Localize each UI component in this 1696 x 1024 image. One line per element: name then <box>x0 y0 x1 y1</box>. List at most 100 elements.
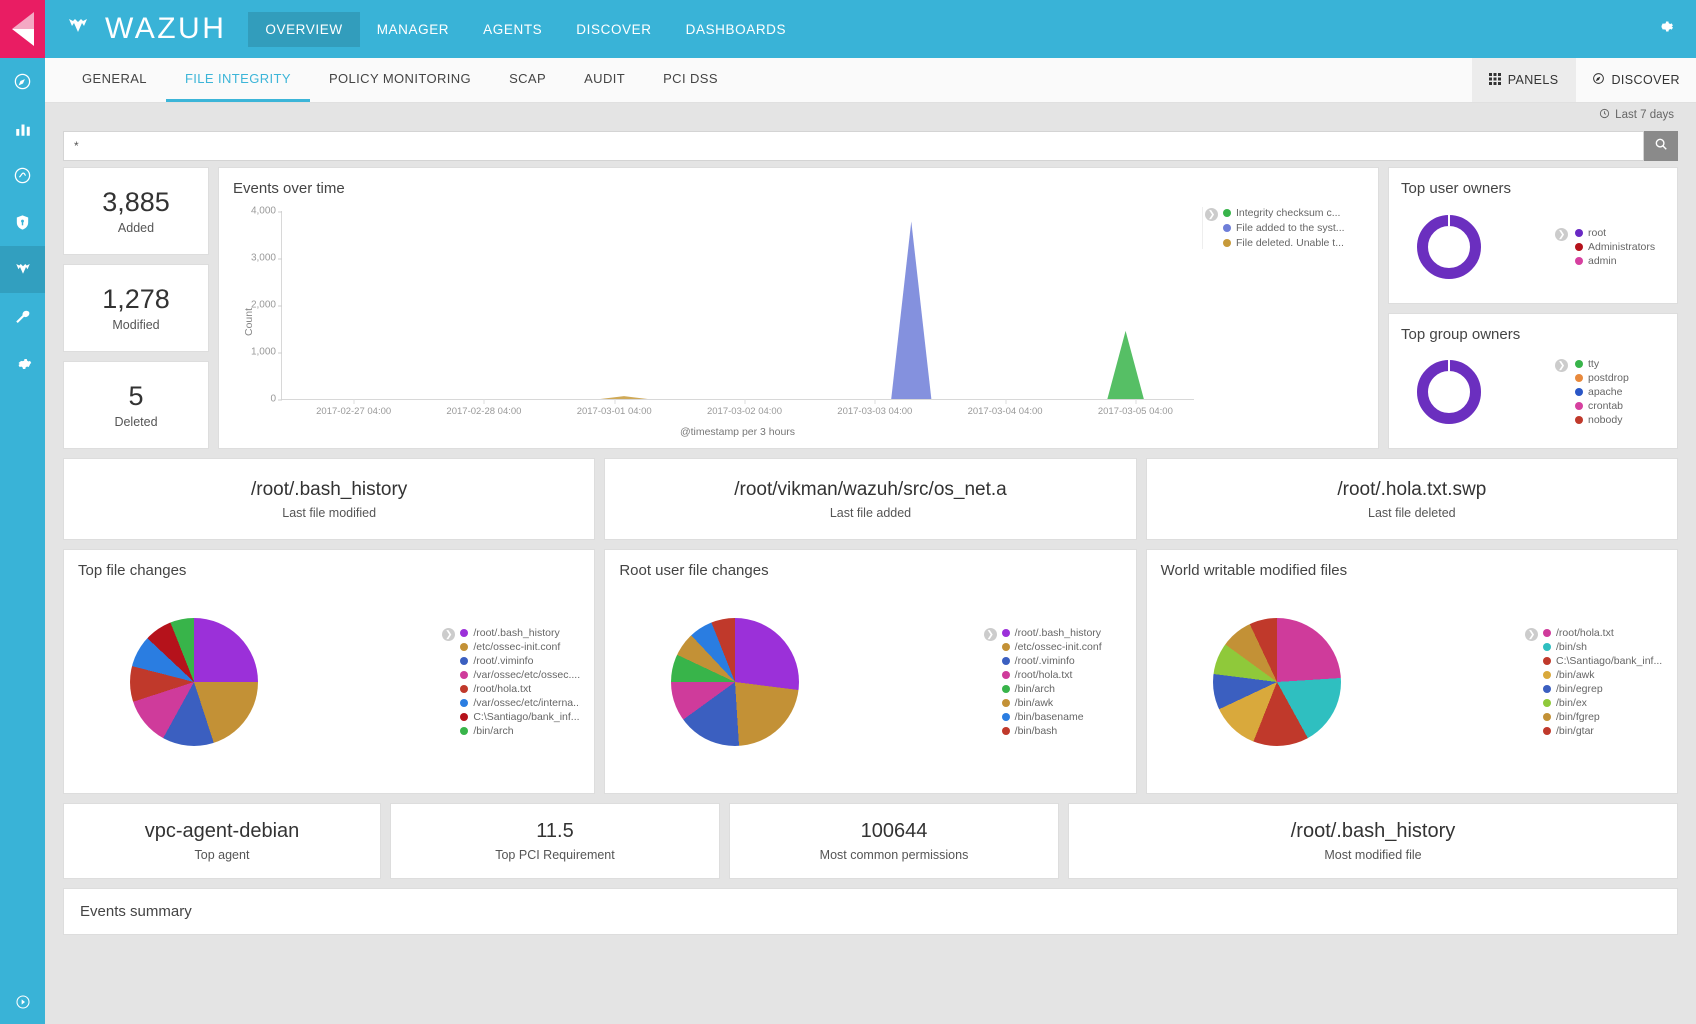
donut-column: Top user owners ❯ rootAdministratorsadmi… <box>1388 167 1678 449</box>
top-pci-requirement-tile[interactable]: 11.5 Top PCI Requirement <box>390 803 720 879</box>
topnav-item-discover[interactable]: DISCOVER <box>559 12 668 47</box>
events-over-time-chart[interactable]: Count 01,0002,0003,0004,0002017-02-27 04… <box>233 203 1364 440</box>
x-axis-tick: 2017-03-05 04:00 <box>1098 406 1173 417</box>
metric-deleted[interactable]: 5 Deleted <box>63 361 209 449</box>
legend-item[interactable]: /bin/arch <box>460 725 580 737</box>
legend-item[interactable]: /root/hola.txt <box>460 683 580 695</box>
rail-item-security[interactable] <box>0 199 45 246</box>
tab-audit[interactable]: AUDIT <box>565 58 644 102</box>
kibana-logo-icon <box>10 12 36 46</box>
legend-item[interactable]: /root/.viminfo <box>460 655 580 667</box>
legend-collapse-icon[interactable]: ❯ <box>1205 208 1218 221</box>
legend-item[interactable]: /var/ossec/etc/interna... <box>460 697 580 709</box>
tab-pci-dss[interactable]: PCI DSS <box>644 58 737 102</box>
panels-button[interactable]: PANELS <box>1472 58 1575 102</box>
legend-item[interactable]: /bin/egrep <box>1543 683 1663 695</box>
legend-item[interactable]: Integrity checksum c... <box>1223 207 1364 219</box>
tab-policy-monitoring[interactable]: POLICY MONITORING <box>310 58 490 102</box>
last-file-modified-tile[interactable]: /root/.bash_history Last file modified <box>63 458 595 540</box>
rail-item-wazuh[interactable] <box>0 246 45 293</box>
legend-item[interactable]: postdrop <box>1575 372 1665 384</box>
most-modified-file-tile[interactable]: /root/.bash_history Most modified file <box>1068 803 1678 879</box>
legend-item[interactable]: /root/hola.txt <box>1543 627 1663 639</box>
y-axis-tick: 0 <box>270 394 282 405</box>
time-range-bar[interactable]: Last 7 days <box>45 103 1696 126</box>
legend-item[interactable]: /bin/sh <box>1543 641 1663 653</box>
kibana-logo[interactable] <box>0 0 45 58</box>
topnav-item-overview[interactable]: OVERVIEW <box>248 12 359 47</box>
panels-label: PANELS <box>1508 73 1559 87</box>
search-button[interactable] <box>1644 131 1678 161</box>
top-agent-tile[interactable]: vpc-agent-debian Top agent <box>63 803 381 879</box>
legend-item[interactable]: /bin/arch <box>1002 683 1122 695</box>
topnav-item-agents[interactable]: AGENTS <box>466 12 559 47</box>
sub-nav-tabs: GENERAL FILE INTEGRITY POLICY MONITORING… <box>45 58 737 102</box>
legend-item[interactable]: /root/.viminfo <box>1002 655 1122 667</box>
legend-item[interactable]: /etc/ossec-init.conf <box>1002 641 1122 653</box>
legend-collapse-icon[interactable]: ❯ <box>984 628 997 641</box>
legend-color-dot <box>1223 209 1231 217</box>
topnav-item-dashboards[interactable]: DASHBOARDS <box>669 12 804 47</box>
metric-added[interactable]: 3,885 Added <box>63 167 209 255</box>
tab-file-integrity[interactable]: FILE INTEGRITY <box>166 58 310 102</box>
legend-label: nobody <box>1588 414 1622 426</box>
legend-item[interactable]: apache <box>1575 386 1665 398</box>
legend-item[interactable]: /etc/ossec-init.conf <box>460 641 580 653</box>
legend-item[interactable]: Administrators <box>1575 241 1665 253</box>
legend-collapse-icon[interactable]: ❯ <box>1525 628 1538 641</box>
legend-label: /bin/egrep <box>1556 683 1603 695</box>
legend-item[interactable]: File added to the syst... <box>1223 222 1364 234</box>
legend-item[interactable]: /bin/awk <box>1002 697 1122 709</box>
topnav-item-manager[interactable]: MANAGER <box>360 12 466 47</box>
legend-item[interactable]: /bin/basename <box>1002 711 1122 723</box>
rail-item-devtools[interactable] <box>0 293 45 340</box>
legend-item[interactable]: /root/hola.txt <box>1002 669 1122 681</box>
legend-item[interactable]: root <box>1575 227 1665 239</box>
legend-item[interactable]: C:\Santiago/bank_inf... <box>460 711 580 723</box>
last-file-deleted-label: Last file deleted <box>1368 506 1456 520</box>
legend-item[interactable]: admin <box>1575 255 1665 267</box>
root-user-file-changes-pie[interactable] <box>671 618 799 746</box>
legend-collapse-icon[interactable]: ❯ <box>1555 359 1568 372</box>
legend-item[interactable]: File deleted. Unable t... <box>1223 237 1364 249</box>
top-group-owners-donut[interactable] <box>1417 360 1481 424</box>
top-file-changes-pie[interactable] <box>130 618 258 746</box>
legend-collapse-icon[interactable]: ❯ <box>442 628 455 641</box>
rail-item-management[interactable] <box>0 340 45 387</box>
top-user-owners-donut[interactable] <box>1417 215 1481 279</box>
root-user-file-changes-legend: ❯ /root/.bash_history/etc/ossec-init.con… <box>982 627 1122 737</box>
area-spike <box>600 396 647 399</box>
last-file-added-tile[interactable]: /root/vikman/wazuh/src/os_net.a Last fil… <box>604 458 1136 540</box>
rail-item-discover[interactable] <box>0 58 45 105</box>
settings-button[interactable] <box>1655 17 1696 41</box>
legend-item[interactable]: /bin/fgrep <box>1543 711 1663 723</box>
tab-general[interactable]: GENERAL <box>63 58 166 102</box>
rail-item-timelion[interactable] <box>0 152 45 199</box>
world-writable-modified-files-pie[interactable] <box>1213 618 1341 746</box>
legend-label: /bin/awk <box>1015 697 1054 709</box>
legend-item[interactable]: /root/.bash_history <box>460 627 580 639</box>
legend-item[interactable]: /bin/ex <box>1543 697 1663 709</box>
search-input[interactable]: * <box>63 131 1644 161</box>
legend-item[interactable]: /var/ossec/etc/ossec.... <box>460 669 580 681</box>
legend-item[interactable]: /bin/awk <box>1543 669 1663 681</box>
last-file-deleted-tile[interactable]: /root/.hola.txt.swp Last file deleted <box>1146 458 1678 540</box>
legend-item[interactable]: /bin/gtar <box>1543 725 1663 737</box>
events-chart-legend: ❯ Integrity checksum c... File added to t… <box>1202 207 1364 249</box>
legend-collapse-icon[interactable]: ❯ <box>1555 228 1568 241</box>
legend-label: crontab <box>1588 400 1623 412</box>
legend-item[interactable]: C:\Santiago/bank_inf... <box>1543 655 1663 667</box>
legend-item[interactable]: crontab <box>1575 400 1665 412</box>
legend-item[interactable]: nobody <box>1575 414 1665 426</box>
tab-scap[interactable]: SCAP <box>490 58 565 102</box>
rail-collapse-button[interactable] <box>0 980 45 1024</box>
discover-button[interactable]: DISCOVER <box>1575 58 1696 102</box>
x-axis-tick: 2017-03-04 04:00 <box>968 406 1043 417</box>
metric-modified[interactable]: 1,278 Modified <box>63 264 209 352</box>
legend-item[interactable]: /bin/bash <box>1002 725 1122 737</box>
rail-item-visualize[interactable] <box>0 105 45 152</box>
legend-label: /root/hola.txt <box>1015 669 1073 681</box>
legend-item[interactable]: tty <box>1575 358 1665 370</box>
legend-item[interactable]: /root/.bash_history <box>1002 627 1122 639</box>
most-common-permissions-tile[interactable]: 100644 Most common permissions <box>729 803 1059 879</box>
